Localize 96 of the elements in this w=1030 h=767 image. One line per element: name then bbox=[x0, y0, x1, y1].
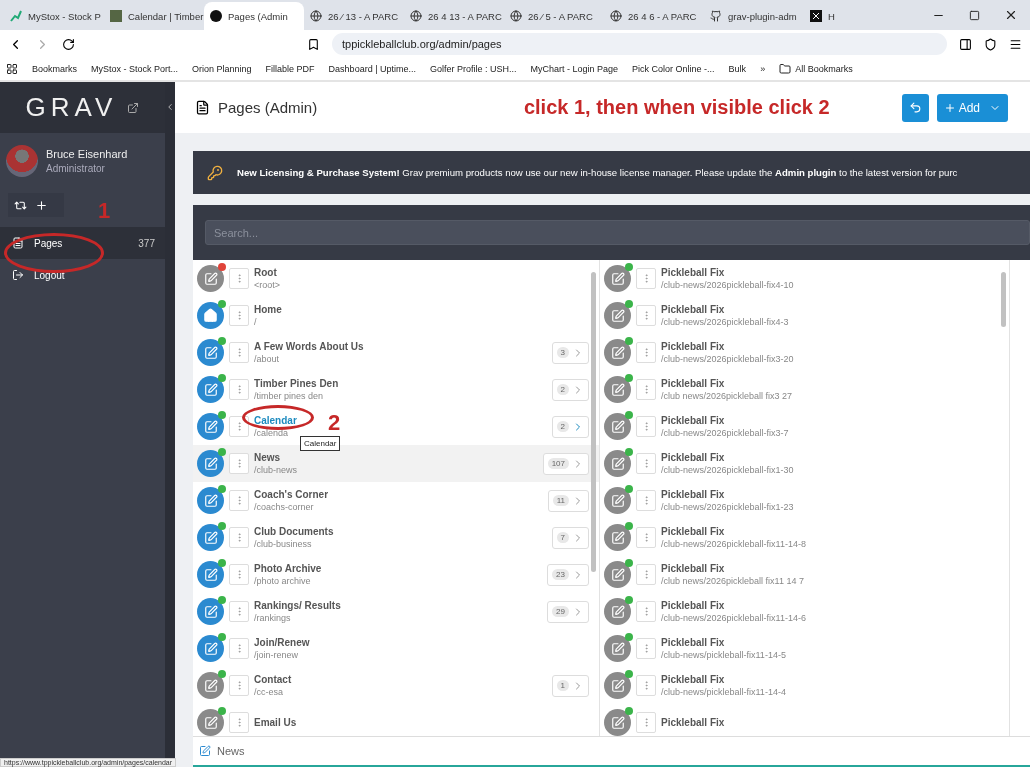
breadcrumb[interactable]: News bbox=[217, 745, 245, 757]
page-link[interactable]: Pickleball Fix bbox=[661, 378, 793, 389]
page-path: <root> bbox=[254, 280, 281, 290]
page-path: /club-news/2026pickleball-fix1-23 bbox=[661, 502, 794, 512]
page-link[interactable]: Join/Renew bbox=[254, 637, 310, 648]
annotation-number: 2 bbox=[328, 410, 341, 436]
browser-tab[interactable]: 26 4 6 - A PARC bbox=[604, 2, 704, 30]
page-link[interactable]: Root bbox=[254, 267, 281, 278]
page-link[interactable]: Email Us bbox=[254, 717, 297, 728]
page-path: /club-business bbox=[254, 539, 313, 549]
page-path: /coachs-corner bbox=[254, 502, 315, 512]
bookmark-link[interactable]: Bookmarks bbox=[32, 64, 77, 74]
children-button[interactable]: 7 bbox=[551, 526, 589, 549]
children-button[interactable]: 107 bbox=[542, 452, 589, 475]
more-bookmarks[interactable]: » bbox=[760, 64, 766, 74]
bookmark-link[interactable]: Dashboard | Uptime... bbox=[328, 64, 416, 74]
page-link[interactable]: Pickleball Fix bbox=[661, 341, 794, 352]
page-link[interactable]: Photo Archive bbox=[254, 563, 322, 574]
page-link[interactable]: Contact bbox=[254, 674, 292, 685]
tooltip: Calendar bbox=[300, 436, 341, 451]
page-path: /rankings bbox=[254, 613, 292, 623]
notice-text: New Licensing & Purchase System! Grav premium products now use our new in-house license manager. Please update the Admin plugin to the latest version for purc bbox=[237, 167, 958, 178]
nav-label: Pages bbox=[34, 237, 63, 249]
page-link[interactable]: Calendar bbox=[254, 415, 297, 426]
browser-tab[interactable]: 26 ⁄ 13 - A PARC bbox=[304, 2, 404, 30]
bookmark-link[interactable]: Golfer Profile : USH... bbox=[430, 64, 517, 74]
page-link[interactable]: News bbox=[254, 452, 298, 463]
page-link[interactable]: Pickleball Fix bbox=[661, 267, 794, 278]
search-field[interactable]: Search... bbox=[205, 220, 1030, 245]
address-bar[interactable]: tppickleballclub.org/admin/pages bbox=[332, 33, 947, 55]
page-path: /club-news/2026pickleball-fix4-3 bbox=[661, 317, 789, 327]
page-path: /club-news/2026pickleball-fix3-20 bbox=[661, 354, 794, 364]
page-path: /join-renew bbox=[254, 650, 300, 660]
page-path: / bbox=[254, 317, 258, 327]
page-path: /timber pines den bbox=[254, 391, 325, 401]
page-path: /club-news/2026pickleball-fix4-10 bbox=[661, 280, 794, 290]
bookmark-link[interactable]: MyStox - Stock Port... bbox=[91, 64, 179, 74]
nav-item[interactable]: Logout bbox=[0, 259, 165, 291]
page-path: /club-news/2026pickleball-fix11-14-6 bbox=[661, 613, 806, 623]
page-link[interactable]: Pickleball Fix bbox=[661, 452, 794, 463]
page-path: /club news/2026pickleball fix3 27 bbox=[661, 391, 793, 401]
page-link[interactable]: Pickleball Fix bbox=[661, 489, 794, 500]
page-link[interactable]: Rankings/ Results bbox=[254, 600, 341, 611]
page-link[interactable]: Pickleball Fix bbox=[661, 600, 806, 611]
page-path: /cc-esa bbox=[254, 687, 284, 697]
browser-tab[interactable]: H bbox=[804, 2, 904, 30]
annotation-text: click 1, then when visible click 2 bbox=[523, 96, 830, 119]
page-title: Pages (Admin) bbox=[218, 99, 318, 116]
page-link[interactable]: Pickleball Fix bbox=[661, 637, 786, 648]
children-button[interactable]: 29 bbox=[547, 600, 589, 623]
children-button[interactable]: 1 bbox=[551, 674, 589, 697]
nav-item[interactable]: Pages 377 bbox=[0, 227, 165, 259]
annotation-number: 1 bbox=[98, 198, 111, 224]
browser-tab[interactable]: grav-plugin-adm bbox=[704, 2, 804, 30]
bookmark-link[interactable]: Pick Color Online -... bbox=[632, 64, 715, 74]
bookmark-link[interactable]: Fillable PDF bbox=[265, 64, 315, 74]
page-count: 377 bbox=[138, 237, 155, 249]
browser-tab[interactable]: Calendar | Timber bbox=[104, 2, 204, 30]
page-link[interactable]: Coach's Corner bbox=[254, 489, 329, 500]
page-link[interactable]: Pickleball Fix bbox=[661, 526, 806, 537]
bookmark-link[interactable]: MyChart - Login Page bbox=[530, 64, 619, 74]
page-link[interactable]: Pickleball Fix bbox=[661, 563, 804, 574]
user-name: Bruce Eisenhard bbox=[46, 148, 128, 160]
page-link[interactable]: Pickleball Fix bbox=[661, 717, 725, 728]
page-path: /photo archive bbox=[254, 576, 312, 586]
page-link[interactable]: Home bbox=[254, 304, 282, 315]
bookmark-link[interactable]: All Bookmarks bbox=[795, 64, 853, 74]
page-path: /club news/2026pickleball fix11 14 7 bbox=[661, 576, 804, 586]
add-button[interactable]: Add bbox=[936, 93, 1008, 122]
children-button[interactable]: 23 bbox=[547, 563, 589, 586]
page-path: /club-news/2026pickleball-fix1-30 bbox=[661, 465, 794, 475]
page-link[interactable]: Pickleball Fix bbox=[661, 304, 789, 315]
user-role: Administrator bbox=[46, 163, 106, 174]
page-path: /club-news bbox=[254, 465, 298, 475]
browser-tab[interactable]: MyStox - Stock P bbox=[4, 2, 104, 30]
children-button[interactable]: 2 bbox=[551, 378, 589, 401]
browser-tab[interactable]: Pages (Admin bbox=[204, 2, 304, 30]
children-button[interactable]: 11 bbox=[547, 489, 589, 512]
children-button[interactable]: 3 bbox=[551, 341, 589, 364]
page-link[interactable]: Timber Pines Den bbox=[254, 378, 339, 389]
page-path: /club-news/pickleball-fix11-14-5 bbox=[661, 650, 786, 660]
page-link[interactable]: A Few Words About Us bbox=[254, 341, 364, 352]
page-path: /about bbox=[254, 354, 281, 364]
page-link[interactable]: Pickleball Fix bbox=[661, 674, 786, 685]
bookmark-link[interactable]: Bulk bbox=[728, 64, 747, 74]
page-path: /club-news/2026pickleball-fix11-14-8 bbox=[661, 539, 806, 549]
browser-tab[interactable]: 26 4 13 - A PARC bbox=[404, 2, 504, 30]
page-link[interactable]: Club Documents bbox=[254, 526, 334, 537]
page-path: /club-news/pickleball-fix11-14-4 bbox=[661, 687, 786, 697]
nav-label: Logout bbox=[34, 269, 65, 281]
page-path: /club-news/2026pickleball-fix3-7 bbox=[661, 428, 789, 438]
bookmark-link[interactable]: Orion Planning bbox=[192, 64, 252, 74]
children-button[interactable]: 2 bbox=[551, 415, 589, 438]
browser-tab[interactable]: 26 ⁄ 5 - A PARC bbox=[504, 2, 604, 30]
page-link[interactable]: Pickleball Fix bbox=[661, 415, 789, 426]
page-path: /calenda bbox=[254, 428, 290, 438]
